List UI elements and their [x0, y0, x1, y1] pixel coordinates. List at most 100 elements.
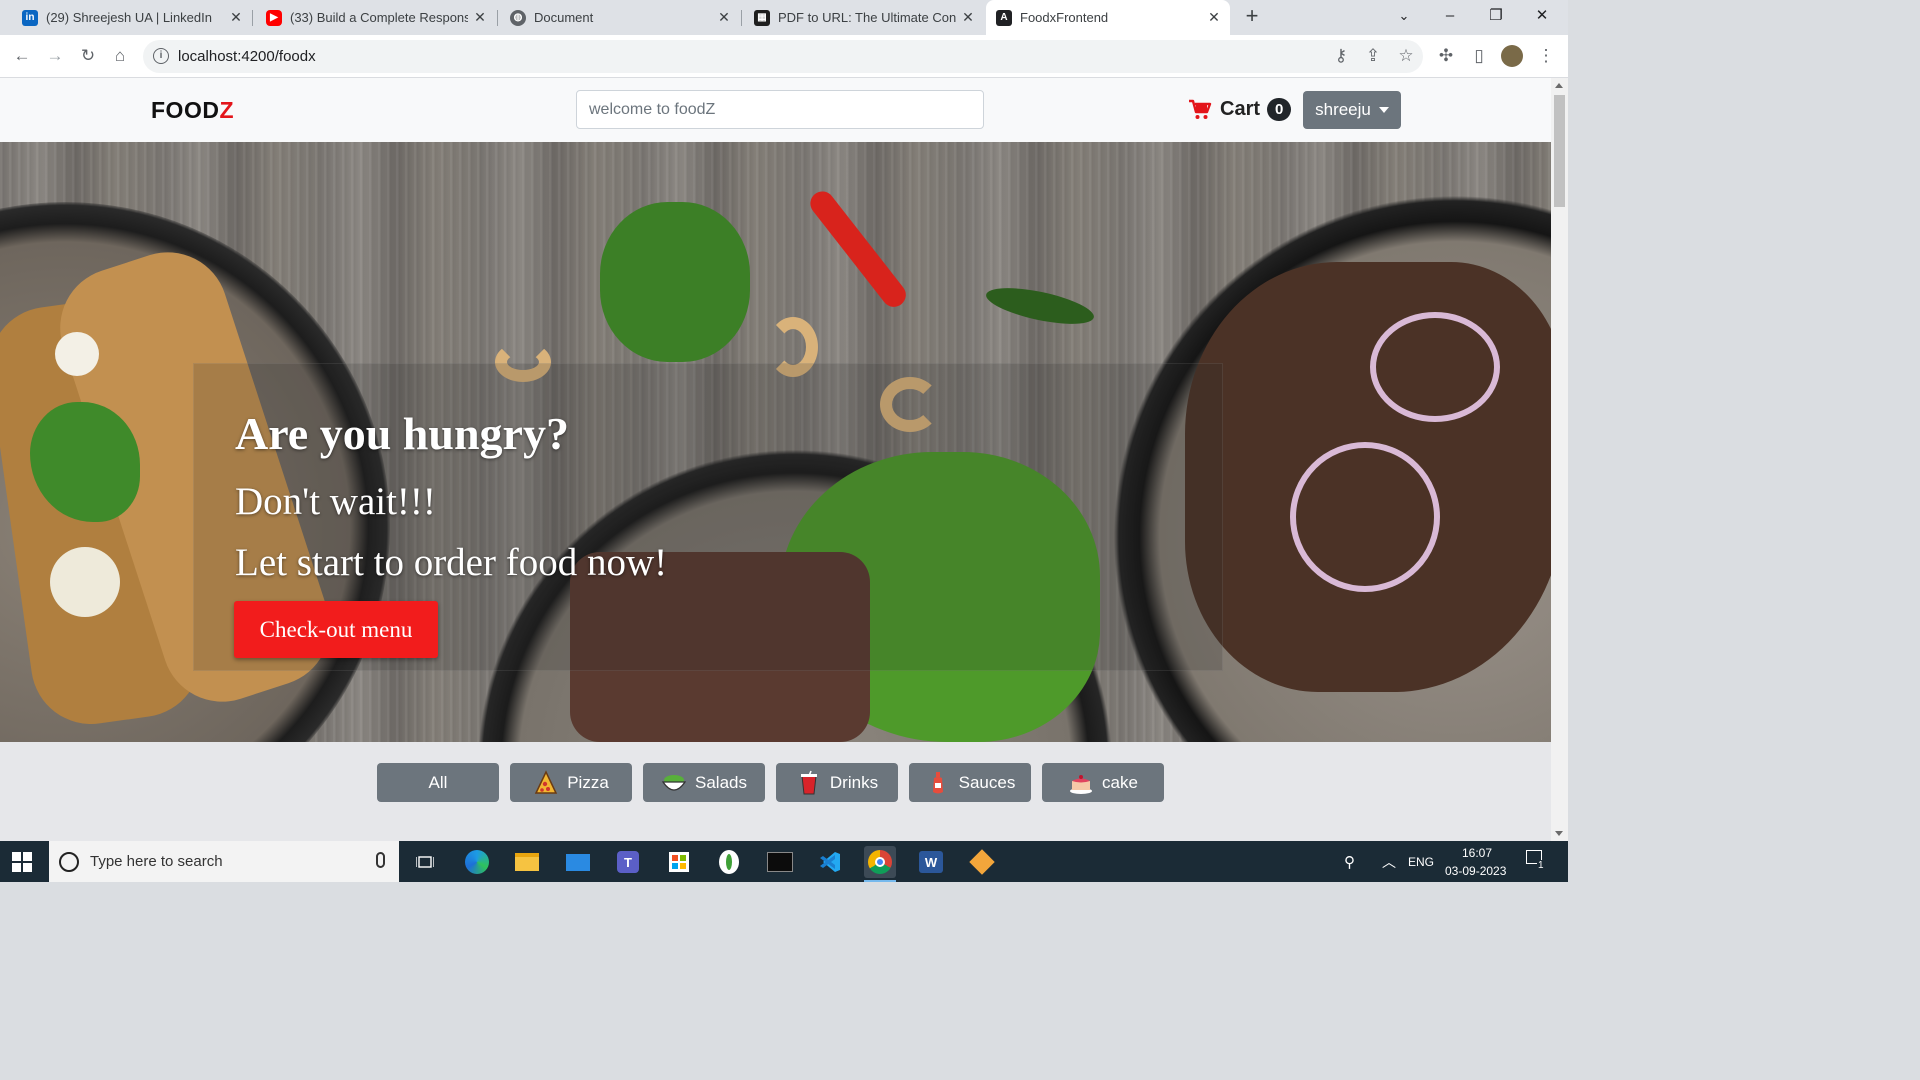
scroll-up-icon[interactable] — [1555, 83, 1563, 88]
store-icon[interactable] — [663, 846, 695, 878]
cart-icon — [1189, 99, 1212, 119]
category-label: Salads — [695, 772, 747, 792]
user-name: shreeju — [1315, 100, 1371, 119]
forward-icon[interactable]: → — [43, 44, 67, 68]
brand-logo[interactable]: FOODZ — [151, 97, 234, 124]
language-indicator[interactable]: ENG — [1408, 855, 1434, 869]
hero-heading: Are you hungry? — [235, 408, 569, 459]
menu-kebab-icon[interactable]: ⋮ — [1534, 44, 1558, 68]
clock-time[interactable]: 16:07 — [1462, 846, 1492, 860]
vscode-icon[interactable] — [814, 846, 846, 878]
address-bar[interactable]: i localhost:4200/foodx — [143, 40, 1423, 73]
cilantro-image — [600, 202, 750, 362]
scrollbar-thumb[interactable] — [1554, 95, 1565, 207]
close-tab-icon[interactable]: ✕ — [716, 9, 732, 25]
window-close-icon[interactable]: ✕ — [1519, 0, 1565, 32]
category-cake-button[interactable]: cake — [1042, 763, 1164, 802]
browser-tab-strip: in (29) Shreejesh UA | LinkedIn ✕ ▶ (33)… — [0, 0, 1568, 35]
angular-icon: A — [996, 9, 1012, 26]
tab-title: (29) Shreejesh UA | LinkedIn — [46, 10, 212, 25]
browser-tab-linkedin[interactable]: in (29) Shreejesh UA | LinkedIn ✕ — [12, 0, 252, 35]
close-tab-icon[interactable]: ✕ — [1206, 9, 1222, 25]
chrome-icon[interactable] — [864, 846, 896, 878]
drink-icon — [796, 770, 822, 796]
git-tool-icon[interactable] — [966, 846, 998, 878]
share-icon[interactable]: ⇪ — [1361, 44, 1385, 68]
bookmark-star-icon[interactable]: ☆ — [1394, 44, 1418, 68]
profile-avatar-icon[interactable] — [1500, 44, 1524, 68]
tray-chevron-up-icon[interactable]: ︿ — [1382, 852, 1396, 872]
back-icon[interactable]: ← — [10, 44, 34, 68]
teams-icon[interactable]: T — [612, 846, 644, 878]
search-input[interactable] — [576, 90, 984, 129]
file-explorer-icon[interactable] — [511, 846, 543, 878]
taskbar-search-box[interactable]: Type here to search — [49, 841, 399, 882]
taskbar-search-placeholder: Type here to search — [90, 853, 223, 870]
page-scrollbar[interactable] — [1551, 78, 1568, 841]
browser-toolbar: ← → ↻ ⌂ i localhost:4200/foodx ⚷ ⇪ ☆ ✣ ▯… — [0, 35, 1568, 78]
tab-separator — [741, 10, 742, 26]
side-panel-icon[interactable]: ▯ — [1467, 44, 1491, 68]
notification-icon[interactable]: 1 — [1526, 850, 1546, 871]
cart-label: Cart — [1220, 98, 1261, 120]
extensions-icon[interactable]: ✣ — [1434, 44, 1458, 68]
tab-title: (33) Build a Complete Responsive — [290, 10, 468, 25]
checkout-menu-button[interactable]: Check-out menu — [234, 601, 438, 658]
home-icon[interactable]: ⌂ — [108, 44, 132, 68]
tab-separator — [497, 10, 498, 26]
terminal-icon[interactable] — [764, 846, 796, 878]
restore-icon[interactable]: ❐ — [1473, 0, 1519, 32]
tab-search-chevron-icon[interactable]: ⌄ — [1381, 0, 1427, 32]
browser-tab-document[interactable]: ◍ Document ✕ — [500, 0, 740, 35]
close-tab-icon[interactable]: ✕ — [228, 9, 244, 25]
mail-icon[interactable] — [562, 846, 594, 878]
category-drinks-button[interactable]: Drinks — [776, 763, 898, 802]
site-info-icon[interactable]: i — [153, 48, 169, 64]
category-salads-button[interactable]: Salads — [643, 763, 765, 802]
minimize-icon[interactable]: – — [1427, 0, 1473, 32]
scroll-down-icon[interactable] — [1555, 831, 1563, 836]
browser-tab-youtube[interactable]: ▶ (33) Build a Complete Responsive ✕ — [256, 0, 496, 35]
category-all-button[interactable]: All — [377, 763, 499, 802]
word-icon[interactable]: W — [915, 846, 947, 878]
hero-banner: Are you hungry? Don't wait!!! Let start … — [0, 142, 1551, 742]
site-navbar: FOODZ Cart 0 shreeju — [0, 78, 1551, 142]
network-people-icon[interactable]: ⚲ — [1344, 853, 1355, 871]
tab-title: PDF to URL: The Ultimate Conver — [778, 10, 956, 25]
category-pizza-button[interactable]: Pizza — [510, 763, 632, 802]
browser-tab-pdf[interactable]: ▦ PDF to URL: The Ultimate Conver ✕ — [744, 0, 984, 35]
user-dropdown-button[interactable]: shreeju — [1303, 91, 1401, 129]
category-sauces-button[interactable]: Sauces — [909, 763, 1031, 802]
notification-count: 1 — [1537, 860, 1545, 871]
cart-count-badge: 0 — [1267, 98, 1292, 121]
cake-icon — [1068, 770, 1094, 796]
browser-tab-foodx[interactable]: A FoodxFrontend ✕ — [986, 0, 1230, 35]
microphone-icon[interactable] — [376, 852, 385, 868]
close-tab-icon[interactable]: ✕ — [960, 9, 976, 25]
new-tab-icon[interactable]: + — [1240, 5, 1264, 29]
hero-subheading: Don't wait!!! — [235, 480, 436, 523]
onion-ring-image — [1370, 312, 1500, 422]
category-label: Sauces — [958, 772, 1016, 792]
mongodb-icon[interactable] — [713, 846, 745, 878]
task-view-icon[interactable] — [409, 846, 441, 878]
edge-icon[interactable] — [461, 846, 493, 878]
category-label: All — [428, 772, 448, 792]
leaf-image — [983, 280, 1097, 332]
salad-icon — [661, 770, 687, 796]
windows-taskbar: Type here to search T W ⚲ ︿ ENG 16:07 03… — [0, 841, 1568, 882]
cortana-icon — [59, 851, 79, 872]
clock-date[interactable]: 03-09-2023 — [1445, 864, 1506, 878]
cream-dollop-image — [50, 547, 120, 617]
cream-dollop-image — [55, 332, 99, 376]
url-text[interactable]: localhost:4200/foodx — [178, 48, 316, 65]
reload-icon[interactable]: ↻ — [76, 44, 100, 68]
caret-down-icon — [1378, 107, 1389, 113]
key-icon[interactable]: ⚷ — [1329, 44, 1353, 68]
web-page: FOODZ Cart 0 shreeju — [0, 78, 1551, 841]
tab-title: Document — [534, 10, 594, 25]
linkedin-icon: in — [22, 9, 38, 26]
close-tab-icon[interactable]: ✕ — [472, 9, 488, 25]
windows-start-icon[interactable] — [12, 852, 32, 872]
cart-link[interactable]: Cart 0 — [1188, 98, 1292, 121]
